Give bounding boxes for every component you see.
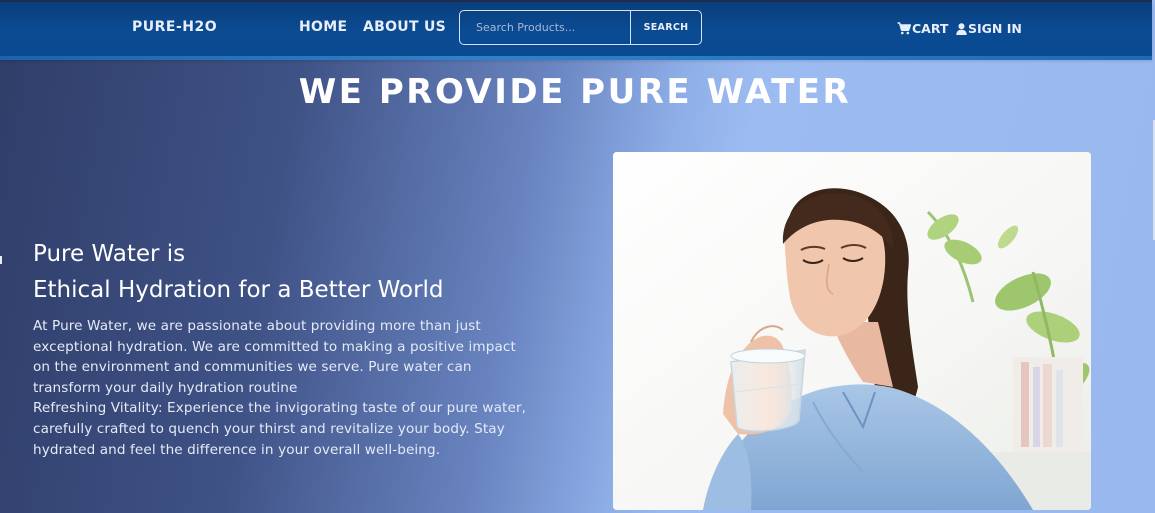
search-input[interactable]	[460, 11, 631, 44]
sign-in-link[interactable]: SIGN IN	[956, 21, 1022, 36]
hero-title: WE PROVIDE PURE WATER	[298, 72, 852, 112]
description-line: hydrated and feel the difference in your…	[33, 441, 441, 458]
search-button[interactable]: SEARCH	[631, 11, 701, 44]
description-line: on the environment and communities we se…	[33, 359, 472, 376]
nav-link-about-us[interactable]: ABOUT US	[363, 19, 446, 35]
description-line: transform your daily hydration routine	[33, 379, 298, 396]
brand-logo[interactable]: PURE-H2O	[132, 19, 217, 35]
sign-in-label: SIGN IN	[968, 21, 1022, 36]
woman-drinking-water-photo	[613, 152, 1091, 510]
hero-headline-line-1: Pure Water is	[33, 241, 186, 267]
shopping-cart-icon	[897, 22, 911, 35]
cart-label: CART	[912, 21, 949, 36]
nav-link-home[interactable]: HOME	[299, 19, 347, 35]
description-line: exceptional hydration. We are committed …	[33, 338, 516, 355]
hero-description: At Pure Water, we are passionate about p…	[33, 316, 563, 460]
description-line: At Pure Water, we are passionate about p…	[33, 318, 481, 334]
slider-edge-marker	[0, 256, 2, 264]
search-form: SEARCH	[459, 10, 702, 45]
navbar-accent-strip	[0, 56, 1152, 60]
description-line: Refreshing Vitality: Experience the invi…	[33, 400, 527, 417]
cart-link[interactable]: CART	[897, 21, 948, 36]
navbar: PURE-H2O HOME ABOUT US SEARCH CART SIGN …	[0, 0, 1152, 60]
hero-headline-line-2: Ethical Hydration for a Better World	[33, 277, 444, 303]
description-line: carefully crafted to quench your thirst …	[33, 420, 505, 437]
hero-headline: Pure Water is Ethical Hydration for a Be…	[33, 236, 444, 308]
user-icon	[956, 22, 967, 35]
